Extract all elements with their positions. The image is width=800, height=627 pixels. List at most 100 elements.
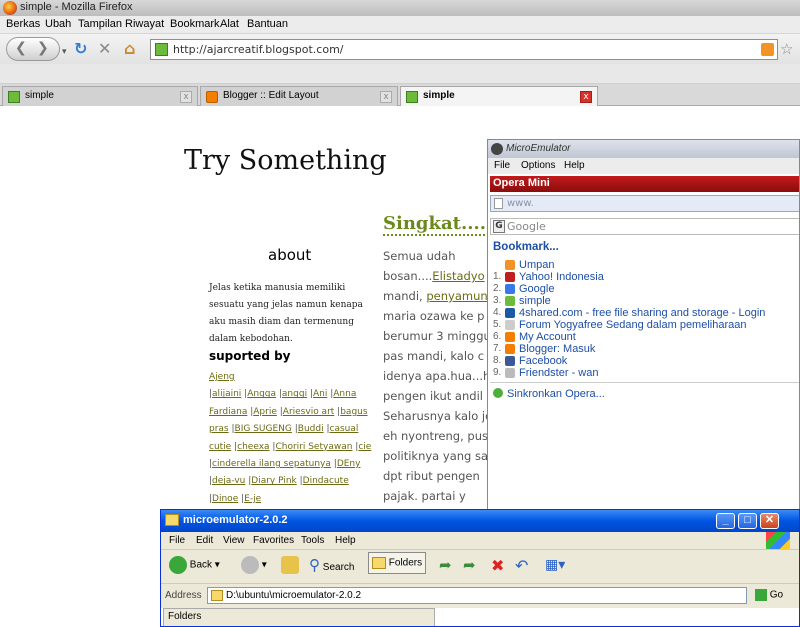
supporter-link[interactable]: anggi [282,389,307,399]
bookmark-label: Friendster - wan [519,367,599,379]
menu-file[interactable]: File [169,535,185,546]
menu-berkas[interactable]: Berkas [6,18,40,30]
go-button[interactable]: Go [755,589,783,601]
home-icon[interactable]: ⌂ [124,40,135,58]
menu-tampilan[interactable]: Tampilan [78,18,122,30]
folders-icon [372,557,386,569]
bookmark-item[interactable]: Umpan [493,259,798,271]
maximize-button[interactable]: □ [738,513,757,529]
close-tab-icon[interactable]: x [180,91,192,103]
supporter-link[interactable]: Ani [313,389,327,399]
minimize-button[interactable]: _ [716,513,735,529]
opera-mini-header: Opera Mini [490,176,799,192]
microemulator-titlebar: MicroEmulator [488,140,799,158]
bookmarks-toolbar [0,64,800,84]
bookmark-item[interactable]: 9. Friendster - wan [493,367,798,379]
up-folder-icon[interactable] [281,556,299,574]
stop-icon[interactable]: ✕ [98,40,111,58]
tab-simple-active[interactable]: simple x [400,86,598,106]
bookmark-item[interactable]: 1. Yahoo! Indonesia [493,271,798,283]
sync-opera-link[interactable]: Sinkronkan Opera... [493,388,605,400]
supporter-link[interactable]: Dindacute [303,476,349,486]
bookmark-number: 7. [493,343,502,354]
bookmark-star-icon[interactable]: ☆ [780,40,793,58]
forward-button[interactable]: ▾ [241,556,267,574]
search-button[interactable]: ⚲ Search [309,556,354,574]
back-arrow-icon[interactable]: ❮ [15,40,27,56]
menu-bookmark[interactable]: Bookmark [170,18,220,30]
bookmark-item[interactable]: 5. Forum Yogyafree Sedang dalam pemelihar… [493,319,798,331]
close-tab-icon[interactable]: x [580,91,592,103]
supporter-link[interactable]: Dinoe [212,494,238,504]
supporter-link[interactable]: cinderella ilang sepatunya [212,459,331,469]
menu-bantuan[interactable]: Bantuan [247,18,288,30]
folder-icon [165,514,179,526]
menu-help[interactable]: Help [564,160,585,171]
supporter-link[interactable]: cheexa [237,442,269,452]
menu-favorites[interactable]: Favorites [253,535,294,546]
supporter-link[interactable]: BIG SUGENG [235,424,292,434]
bookmark-item[interactable]: 2. Google [493,283,798,295]
undo-icon[interactable]: ↶ [515,556,528,576]
opera-url-field[interactable]: www. [490,195,799,212]
bookmark-heading[interactable]: Bookmark... [493,241,559,253]
bookmark-item[interactable]: 7. Blogger: Masuk [493,343,798,355]
copy-to-icon[interactable]: ➦ [463,556,476,574]
delete-icon[interactable]: ✖ [491,556,504,576]
menu-ubah[interactable]: Ubah [45,18,71,30]
bookmark-item[interactable]: 8. Facebook [493,355,798,367]
bookmark-item[interactable]: 6. My Account [493,331,798,343]
menu-alat[interactable]: Alat [220,18,239,30]
supporter-link[interactable]: Choriri Setyawan [275,442,352,452]
url-bar[interactable]: http://ajarcreatif.blogspot.com/ [150,39,778,60]
menu-view[interactable]: View [223,535,245,546]
post-title[interactable]: Singkat........ [383,213,493,236]
close-tab-icon[interactable]: x [380,91,392,103]
supporter-link[interactable]: Ariesvio art [283,407,335,417]
supporter-link[interactable]: deja-vu [212,476,245,486]
menu-riwayat[interactable]: Riwayat [125,18,164,30]
bookmark-number: 8. [493,355,502,366]
tab-simple-1[interactable]: simple x [2,86,198,106]
supporter-link[interactable]: DEny [337,459,361,469]
close-button[interactable]: ✕ [760,513,779,529]
supporter-link[interactable]: cie [358,442,371,452]
rss-feed-icon[interactable] [761,43,774,56]
sync-icon [493,388,503,398]
move-to-icon[interactable]: ➦ [439,556,452,574]
reload-icon[interactable]: ↻ [74,40,87,58]
bookmark-favicon-icon [505,260,515,270]
supporter-link[interactable]: E-je [244,494,261,504]
bookmark-item[interactable]: 4. 4shared.com - free file sharing and st… [493,307,798,319]
folders-button[interactable]: Folders [368,552,427,574]
supporter-link[interactable]: Diary Pink [251,476,296,486]
url-text: http://ajarcreatif.blogspot.com/ [173,43,344,56]
views-icon[interactable]: ▦▾ [545,556,565,573]
tab-blogger-edit-layout[interactable]: Blogger :: Edit Layout x [200,86,398,106]
history-dropdown-icon[interactable]: ▾ [62,43,67,61]
forward-arrow-icon[interactable]: ❯ [37,40,49,56]
supporter-link[interactable]: Ajeng [209,372,235,382]
menu-help[interactable]: Help [335,535,356,546]
back-forward-buttons[interactable]: ❮ ❯ [6,37,60,61]
bookmark-item[interactable]: 3. simple [493,295,798,307]
supporter-link[interactable]: Aprie [253,407,277,417]
supporter-link[interactable]: Angga [247,389,276,399]
menu-options[interactable]: Options [521,160,555,171]
menu-tools[interactable]: Tools [301,535,324,546]
menu-file[interactable]: File [494,160,510,171]
bookmark-favicon-icon [505,308,515,318]
supporter-link[interactable]: Buddi [298,424,324,434]
supporter-link[interactable]: alijaini [212,389,241,399]
google-g-icon: G [493,220,505,233]
bookmark-number: 5. [493,319,502,330]
post-link[interactable]: penyamun [426,289,487,303]
search-icon: ⚲ [309,557,320,574]
bookmark-favicon-icon [505,344,515,354]
site-favicon-icon [155,43,168,56]
address-field[interactable]: D:\ubuntu\microemulator-2.0.2 [207,587,747,604]
google-search-field[interactable]: G Google [490,218,799,235]
post-link[interactable]: Elistadyo [432,269,484,283]
menu-edit[interactable]: Edit [196,535,213,546]
back-button[interactable]: Back ▾ [169,556,220,574]
